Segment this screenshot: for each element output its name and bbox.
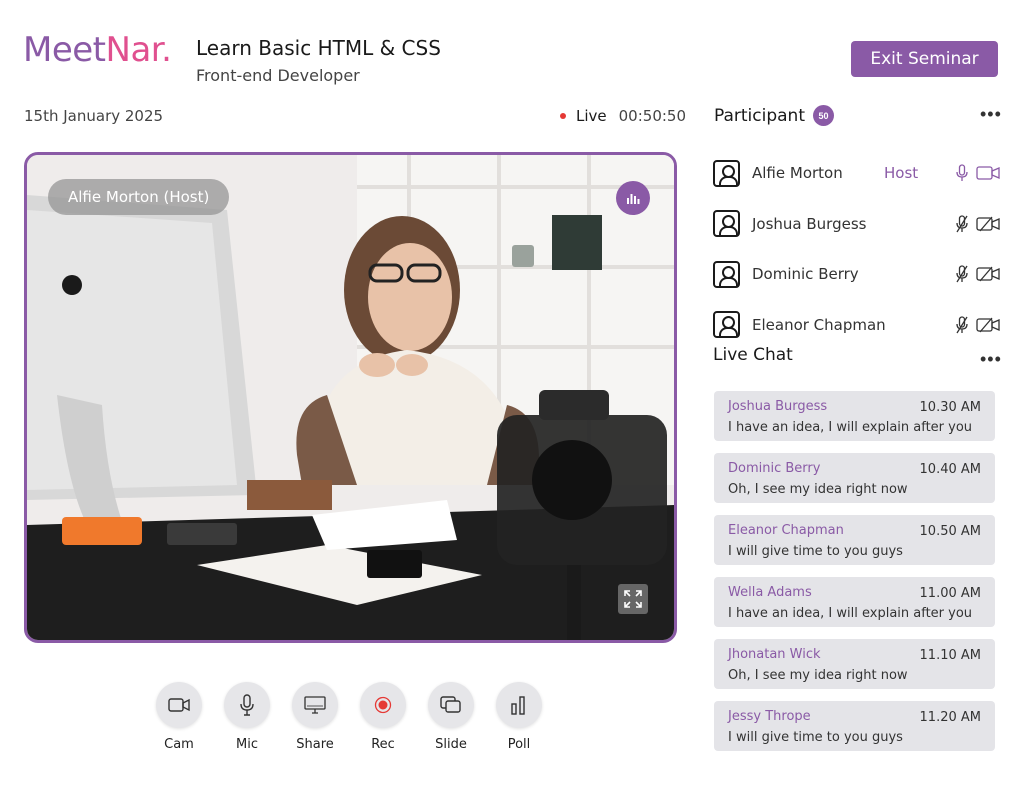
video-frame-image	[27, 155, 674, 640]
chat-time: 11.10 AM	[919, 648, 981, 663]
cam-control-label: Cam	[164, 737, 194, 752]
chat-text: I have an idea, I will explain after you	[728, 606, 973, 621]
slide-control[interactable]: Slide	[428, 682, 474, 752]
logo-part-nar: Nar.	[105, 30, 172, 70]
mic-off-icon[interactable]	[956, 265, 968, 283]
poll-control[interactable]: Poll	[496, 682, 542, 752]
participant-count-badge: 50	[813, 105, 835, 126]
camera-off-icon[interactable]	[976, 317, 1000, 333]
session-date: 15th January 2025	[24, 107, 164, 125]
chat-time: 11.00 AM	[919, 586, 981, 601]
chat-message: Joshua Burgess 10.30 AM I have an idea, …	[714, 391, 995, 441]
live-dot-icon	[560, 113, 566, 119]
slides-icon	[440, 696, 461, 713]
participant-name: Alfie Morton	[752, 164, 843, 183]
logo-part-meet: Meet	[23, 30, 106, 70]
live-label: Live	[576, 107, 607, 125]
participant-row[interactable]: Eleanor Chapman	[713, 300, 1000, 351]
chat-text: I will give time to you guys	[728, 544, 903, 559]
participant-row[interactable]: Dominic Berry	[713, 249, 1000, 300]
poll-control-button[interactable]	[496, 682, 542, 728]
poll-control-label: Poll	[507, 737, 531, 752]
poll-icon	[511, 696, 525, 715]
mic-icon	[240, 694, 254, 716]
chat-more-icon[interactable]: •••	[980, 349, 1002, 370]
chat-message: Dominic Berry 10.40 AM Oh, I see my idea…	[714, 453, 995, 503]
host-tag: Host	[884, 164, 919, 183]
fullscreen-button[interactable]	[618, 584, 648, 614]
chat-message: Wella Adams 11.00 AM I have an idea, I w…	[714, 577, 995, 627]
bar-chart-icon	[627, 194, 640, 204]
chat-time: 10.50 AM	[919, 524, 981, 539]
mic-on-icon[interactable]	[956, 164, 968, 182]
slide-control-button[interactable]	[428, 682, 474, 728]
mic-control-label: Mic	[236, 737, 258, 752]
call-controls-bar: Cam Mic Share Rec Slide Poll	[156, 682, 542, 752]
live-chat-heading: Live Chat	[713, 345, 793, 365]
mic-control-button[interactable]	[224, 682, 270, 728]
exit-seminar-button[interactable]: Exit Seminar	[851, 41, 998, 77]
chat-message: Jhonatan Wick 11.10 AM Oh, I see my idea…	[714, 639, 995, 689]
user-avatar-icon	[713, 311, 740, 339]
rec-control[interactable]: Rec	[360, 682, 406, 752]
share-control-label: Share	[296, 737, 334, 752]
mic-off-icon[interactable]	[956, 215, 968, 233]
app-logo: MeetNar.	[23, 30, 172, 70]
host-name-pill: Alfie Morton (Host)	[48, 179, 230, 215]
mic-off-icon[interactable]	[956, 316, 968, 334]
participant-name: Joshua Burgess	[752, 214, 867, 233]
participant-list: Alfie Morton Host Joshua Burgess Dominic…	[713, 148, 1000, 350]
main-video-stage[interactable]: Alfie Morton (Host)	[24, 152, 677, 643]
camera-on-icon[interactable]	[976, 165, 1000, 181]
camera-off-icon[interactable]	[976, 216, 1000, 232]
cam-control[interactable]: Cam	[156, 682, 202, 752]
chat-message: Jessy Thrope 11.20 AM I will give time t…	[714, 701, 995, 751]
chat-text: I have an idea, I will explain after you	[728, 420, 973, 435]
live-indicator: Live 00:50:50	[560, 107, 686, 125]
rec-control-button[interactable]	[360, 682, 406, 728]
user-avatar-icon	[713, 210, 740, 238]
audio-level-button[interactable]	[616, 181, 650, 215]
seminar-title-block: Learn Basic HTML & CSS Front-end Develop…	[196, 36, 441, 85]
expand-icon	[624, 590, 642, 608]
record-icon	[374, 696, 392, 714]
chat-time: 10.30 AM	[919, 400, 981, 415]
chat-time: 10.40 AM	[919, 462, 981, 477]
screen-share-icon	[304, 696, 326, 714]
chat-time: 11.20 AM	[919, 710, 981, 725]
user-avatar-icon	[713, 159, 740, 187]
chat-message: Eleanor Chapman 10.50 AM I will give tim…	[714, 515, 995, 565]
camera-off-icon[interactable]	[976, 266, 1000, 282]
participant-name: Dominic Berry	[752, 265, 859, 284]
chat-text: Oh, I see my idea right now	[728, 668, 908, 683]
rec-control-label: Rec	[371, 737, 395, 752]
camera-icon	[168, 698, 190, 712]
user-avatar-icon	[713, 260, 740, 288]
participant-header: Participant 50	[714, 105, 835, 126]
share-control[interactable]: Share	[292, 682, 338, 752]
participant-name: Eleanor Chapman	[752, 315, 886, 334]
chat-text: Oh, I see my idea right now	[728, 482, 908, 497]
participant-row[interactable]: Joshua Burgess	[713, 199, 1000, 250]
participant-more-icon[interactable]: •••	[980, 104, 1002, 125]
seminar-subtitle: Front-end Developer	[196, 66, 360, 85]
mic-control[interactable]: Mic	[224, 682, 270, 752]
chat-message-list: Joshua Burgess 10.30 AM I have an idea, …	[714, 391, 995, 763]
seminar-title: Learn Basic HTML & CSS	[196, 36, 441, 60]
chat-text: I will give time to you guys	[728, 730, 903, 745]
cam-control-button[interactable]	[156, 682, 202, 728]
elapsed-time: 00:50:50	[618, 107, 687, 125]
participant-heading: Participant	[714, 105, 806, 126]
participant-row[interactable]: Alfie Morton Host	[713, 148, 1000, 199]
share-control-button[interactable]	[292, 682, 338, 728]
slide-control-label: Slide	[435, 737, 467, 752]
